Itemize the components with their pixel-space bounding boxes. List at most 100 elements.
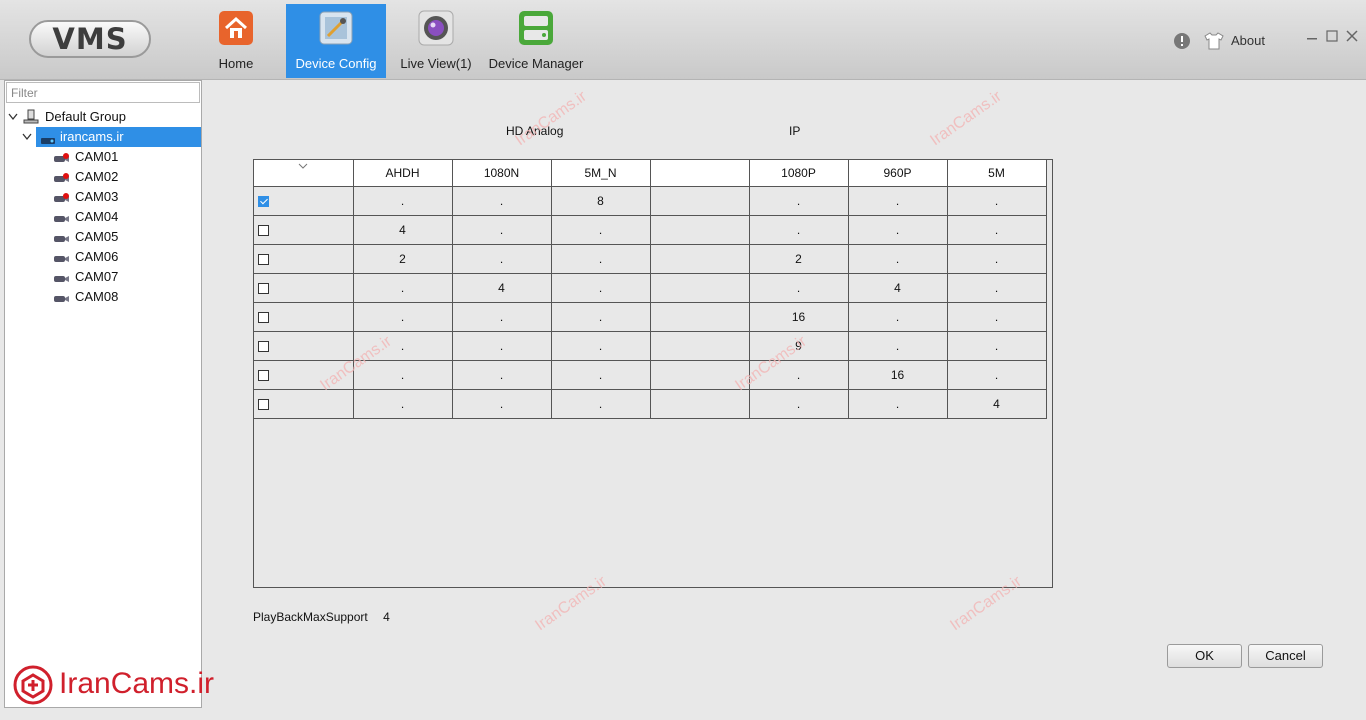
- camera-lens-icon: [418, 10, 454, 46]
- table-cell: .: [352, 301, 453, 332]
- table-cell: .: [550, 388, 651, 419]
- table-cell: .: [847, 243, 948, 274]
- tree-camera-item[interactable]: CAM08: [5, 287, 201, 307]
- column-header: 1080N: [451, 160, 552, 187]
- tab-device-config[interactable]: Device Config: [286, 4, 386, 78]
- about-link[interactable]: About: [1231, 33, 1265, 48]
- table-cell: .: [352, 388, 453, 419]
- table-cell: .: [352, 186, 453, 216]
- tree-camera-item[interactable]: CAM03: [5, 187, 201, 207]
- row-checkbox[interactable]: [258, 195, 269, 207]
- sort-chevron-icon[interactable]: [298, 158, 308, 172]
- skin-shirt-icon[interactable]: [1204, 32, 1224, 53]
- expand-arrow-icon[interactable]: [8, 107, 18, 133]
- ok-button[interactable]: OK: [1167, 644, 1242, 668]
- table-cell: .: [946, 301, 1047, 332]
- table-cell: 4: [946, 388, 1047, 419]
- brand-emblem-icon: [13, 665, 53, 708]
- table-cell: 16: [847, 359, 948, 390]
- select-column-header[interactable]: [254, 158, 354, 187]
- config-icon: [318, 10, 354, 46]
- tab-device-manager-label: Device Manager: [488, 56, 584, 71]
- tree-camera-item[interactable]: CAM07: [5, 267, 201, 287]
- table-cell: .: [550, 301, 651, 332]
- table-row: ... 16..: [254, 301, 1047, 332]
- tree-camera-item[interactable]: CAM02: [5, 167, 201, 187]
- table-cell: .: [748, 388, 849, 419]
- table-cell: .: [748, 186, 849, 216]
- device-manager-icon: [518, 10, 554, 46]
- row-select-cell: [254, 186, 354, 216]
- row-checkbox[interactable]: [258, 282, 269, 294]
- table-cell: 2: [352, 243, 453, 274]
- vms-logo: VMS: [29, 20, 151, 58]
- tree-camera-item[interactable]: CAM01: [5, 147, 201, 167]
- filter-input[interactable]: [6, 82, 200, 103]
- tree-camera-label: CAM06: [75, 249, 119, 264]
- row-select-cell: [254, 330, 354, 361]
- tree-camera-item[interactable]: CAM04: [5, 207, 201, 227]
- row-checkbox[interactable]: [258, 311, 269, 323]
- column-header: [649, 160, 750, 187]
- cancel-button[interactable]: Cancel: [1248, 644, 1323, 668]
- row-checkbox[interactable]: [258, 340, 269, 352]
- tree-camera-item[interactable]: CAM05: [5, 227, 201, 247]
- table-cell: .: [847, 388, 948, 419]
- tab-live-view[interactable]: Live View(1): [396, 4, 476, 78]
- table-cell: .: [550, 330, 651, 361]
- row-select-cell: [254, 301, 354, 332]
- tab-home[interactable]: Home: [196, 4, 276, 78]
- tree-camera-label: CAM08: [75, 289, 119, 304]
- info-icon[interactable]: [1173, 32, 1191, 53]
- table-cell: .: [451, 243, 552, 274]
- tab-device-config-label: Device Config: [295, 56, 377, 71]
- tree-device-node[interactable]: irancams.ir: [36, 127, 201, 147]
- table-row: .4..4.: [254, 272, 1047, 303]
- tree-root-default-group[interactable]: Default Group: [5, 107, 201, 127]
- tree-camera-label: CAM05: [75, 229, 119, 244]
- tab-device-manager[interactable]: Device Manager: [486, 4, 586, 78]
- device-tree-panel: Default Group irancams.ir CAM01 CAM02 CAM0…: [4, 80, 202, 708]
- table-cell: 8: [550, 186, 651, 216]
- device-config-content: HD Analog IP AHDH 1080N 5M_N 1080P 960P 5M ..…: [203, 80, 1366, 720]
- column-header: 960P: [847, 160, 948, 187]
- table-cell: 4: [352, 214, 453, 245]
- table-cell: .: [847, 301, 948, 332]
- table-cell: .: [451, 388, 552, 419]
- column-header: AHDH: [352, 160, 453, 187]
- row-checkbox[interactable]: [258, 398, 269, 410]
- table-cell: .: [550, 214, 651, 245]
- table-cell: .: [748, 272, 849, 303]
- row-checkbox[interactable]: [258, 224, 269, 236]
- table-row: .... 16.: [254, 359, 1047, 390]
- table-cell: [649, 301, 750, 332]
- close-icon[interactable]: [1346, 30, 1358, 45]
- table-cell: .: [451, 359, 552, 390]
- maximize-icon[interactable]: [1326, 30, 1338, 45]
- tab-home-label: Home: [218, 56, 254, 71]
- minimize-icon[interactable]: [1306, 30, 1318, 45]
- table-cell: .: [946, 186, 1047, 216]
- tree-camera-label: CAM03: [75, 189, 119, 204]
- playback-max-support-value: 4: [383, 610, 390, 624]
- table-cell: .: [451, 301, 552, 332]
- table-cell: [649, 186, 750, 216]
- table-cell: [649, 243, 750, 274]
- table-cell: .: [946, 272, 1047, 303]
- row-select-cell: [254, 388, 354, 419]
- row-checkbox[interactable]: [258, 253, 269, 265]
- row-checkbox[interactable]: [258, 369, 269, 381]
- table-row: ..8...: [254, 186, 1047, 216]
- camera-icon: [53, 291, 71, 311]
- tree-camera-item[interactable]: CAM06: [5, 247, 201, 267]
- ip-group-label: IP: [789, 124, 801, 138]
- table-cell: .: [451, 330, 552, 361]
- tree-camera-label: CAM04: [75, 209, 119, 224]
- table-cell: .: [946, 359, 1047, 390]
- row-select-cell: [254, 214, 354, 245]
- table-cell: 4: [847, 272, 948, 303]
- table-cell: [649, 330, 750, 361]
- house-icon: [218, 10, 254, 46]
- table-cell: .: [352, 272, 453, 303]
- tree-camera-label: CAM01: [75, 149, 119, 164]
